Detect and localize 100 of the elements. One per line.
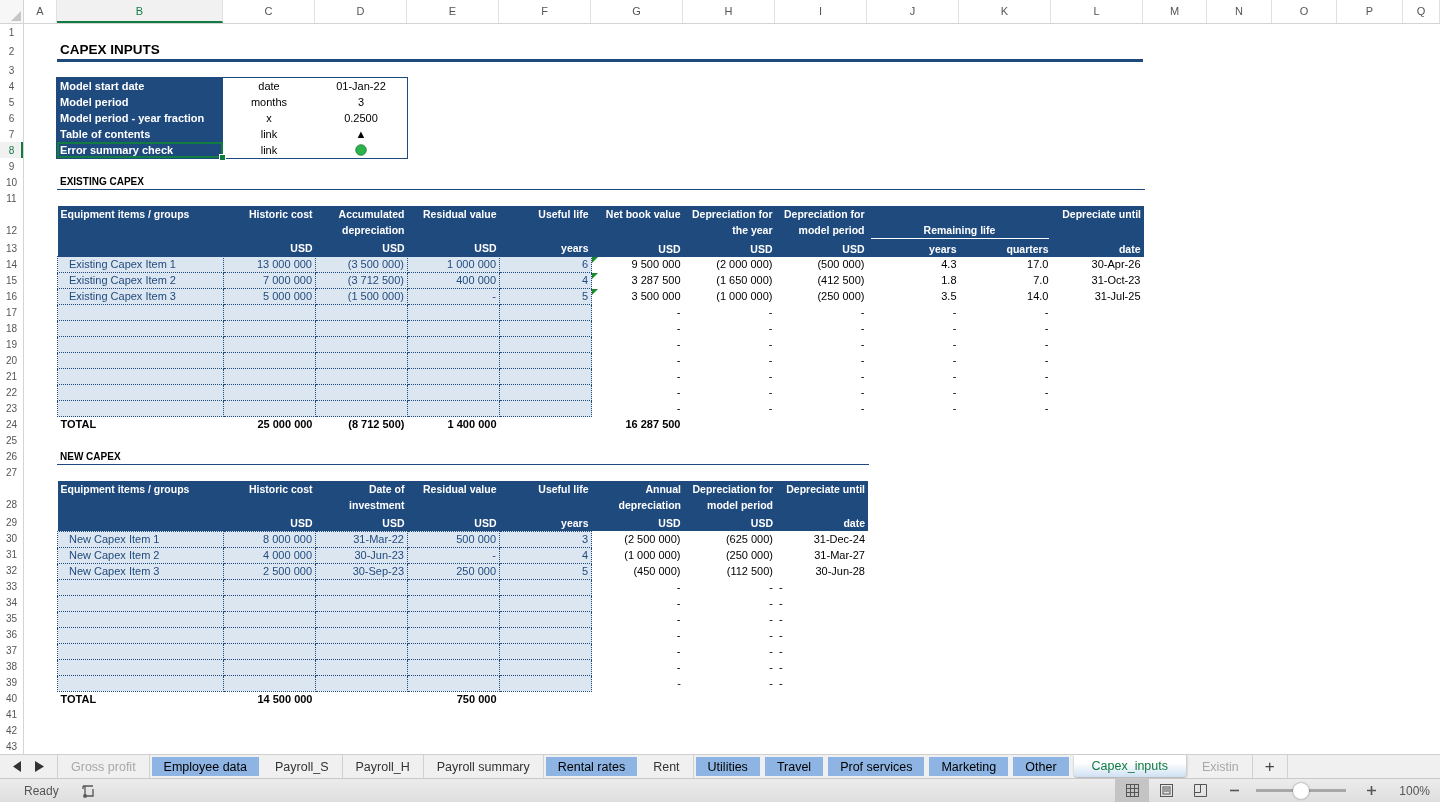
row-number[interactable]: 7 (0, 126, 23, 142)
column-header[interactable]: B (57, 0, 223, 23)
table-cell: 1.8 (941, 274, 957, 286)
row-number[interactable]: 16 (0, 288, 23, 304)
row-number[interactable]: 6 (0, 110, 23, 126)
table-cell: - (677, 676, 681, 689)
column-header[interactable]: Q (1403, 0, 1440, 23)
row-number[interactable]: 36 (0, 626, 23, 642)
table-cell: 3 500 000 (631, 290, 681, 302)
table-cell: (112 500) (726, 564, 773, 577)
row-number[interactable]: 23 (0, 400, 23, 416)
table-cell: 4.3 (941, 258, 957, 270)
table-cell: - (769, 596, 773, 609)
column-header[interactable]: H (683, 0, 775, 23)
previous-sheet-icon[interactable] (12, 761, 22, 772)
unit-label: date (1118, 242, 1141, 255)
row-number[interactable]: 42 (0, 722, 23, 738)
row-number[interactable]: 34 (0, 594, 23, 610)
row-number[interactable]: 28 (0, 480, 23, 514)
page-icon (1158, 783, 1174, 798)
table-cell: - (676, 338, 681, 350)
row-number[interactable]: 39 (0, 674, 23, 690)
row-number[interactable]: 27 (0, 464, 23, 480)
row-number[interactable]: 9 (0, 158, 23, 174)
row-number[interactable]: 26 (0, 448, 23, 464)
column-header[interactable]: K (959, 0, 1051, 23)
row-number[interactable]: 18 (0, 320, 23, 336)
row-number[interactable]: 38 (0, 658, 23, 674)
row-number[interactable]: 41 (0, 706, 23, 722)
sheet-tab[interactable]: Other (1013, 757, 1069, 776)
row-number[interactable]: 3 (0, 62, 23, 78)
table-cell: 3 287 500 (631, 274, 681, 286)
row-number[interactable]: 30 (0, 530, 23, 546)
row-number[interactable]: 10 (0, 174, 23, 190)
page-break-icon (1192, 783, 1208, 798)
sheet-tab[interactable]: Employee data (151, 757, 259, 776)
sheet-tab[interactable]: Marketing (929, 757, 1009, 776)
unit-label: USD (382, 242, 405, 254)
sheet-tab[interactable]: Travel (764, 757, 824, 776)
row-number[interactable]: 4 (0, 78, 23, 94)
setting-label: Model period (57, 94, 223, 110)
table-cell: 30-Apr-26 (1091, 258, 1141, 270)
row-number[interactable]: 24 (0, 416, 23, 432)
row-number[interactable]: 19 (0, 336, 23, 352)
row-number[interactable]: 29 (0, 514, 23, 530)
table-cell: - (768, 322, 773, 334)
column-header[interactable]: O (1272, 0, 1337, 23)
column-header[interactable]: M (1143, 0, 1207, 23)
sheet-tab[interactable]: Capex_inputs (1073, 755, 1187, 777)
column-header[interactable]: C (223, 0, 315, 23)
table-cell: - (779, 660, 783, 673)
row-number[interactable]: 13 (0, 240, 23, 256)
setting-unit: x (266, 112, 272, 124)
table-cell: - (676, 628, 681, 641)
column-header[interactable]: J (867, 0, 959, 23)
input-cell: 8 000 000 (223, 531, 316, 547)
table-cell: - (952, 354, 957, 366)
macro-record-icon[interactable] (80, 783, 95, 798)
fill-handle[interactable] (219, 154, 226, 161)
column-header[interactable]: G (591, 0, 683, 23)
row-number[interactable]: 25 (0, 432, 23, 448)
column-header[interactable]: N (1207, 0, 1272, 23)
column-header[interactable]: I (775, 0, 867, 23)
column-header[interactable]: D (315, 0, 407, 23)
column-header[interactable]: F (499, 0, 591, 23)
next-sheet-icon[interactable] (35, 761, 45, 772)
table-cell: 3.5 (941, 290, 957, 302)
row-number[interactable]: 15 (0, 272, 23, 288)
table-cell: 7.0 (1033, 274, 1049, 286)
row-number[interactable]: 33 (0, 578, 23, 594)
column-header: Historic cost (248, 482, 313, 495)
row-number[interactable]: 8 (0, 142, 23, 158)
row-number[interactable]: 2 (0, 40, 23, 62)
row-number[interactable]: 1 (0, 24, 23, 40)
row-number[interactable]: 5 (0, 94, 23, 110)
column-header[interactable]: P (1337, 0, 1403, 23)
row-number[interactable]: 31 (0, 546, 23, 562)
row-number[interactable]: 32 (0, 562, 23, 578)
sheet-tab[interactable]: Prof services (828, 757, 925, 776)
row-number[interactable]: 37 (0, 642, 23, 658)
normal-view-button[interactable] (1115, 779, 1150, 802)
row-number[interactable]: 35 (0, 610, 23, 626)
row-number[interactable]: 20 (0, 352, 23, 368)
column-header[interactable]: L (1051, 0, 1143, 23)
column-header[interactable]: E (407, 0, 499, 23)
row-number[interactable]: 21 (0, 368, 23, 384)
zoom-in-icon[interactable] (1366, 785, 1378, 796)
row-number[interactable]: 12 (0, 206, 23, 240)
table-cell: - (676, 370, 681, 382)
total-value: (8 712 500) (348, 418, 405, 431)
zoom-slider-thumb[interactable] (1293, 782, 1310, 799)
row-number[interactable]: 22 (0, 384, 23, 400)
unit-label: USD (658, 242, 681, 255)
row-number[interactable]: 17 (0, 304, 23, 320)
sheet-tab[interactable]: Rental rates (545, 757, 638, 776)
row-number[interactable]: 43 (0, 738, 23, 754)
sheet-tab[interactable]: Utilities (695, 757, 760, 776)
row-number[interactable]: 14 (0, 256, 23, 272)
row-number[interactable]: 11 (0, 190, 23, 206)
row-number[interactable]: 40 (0, 690, 23, 706)
